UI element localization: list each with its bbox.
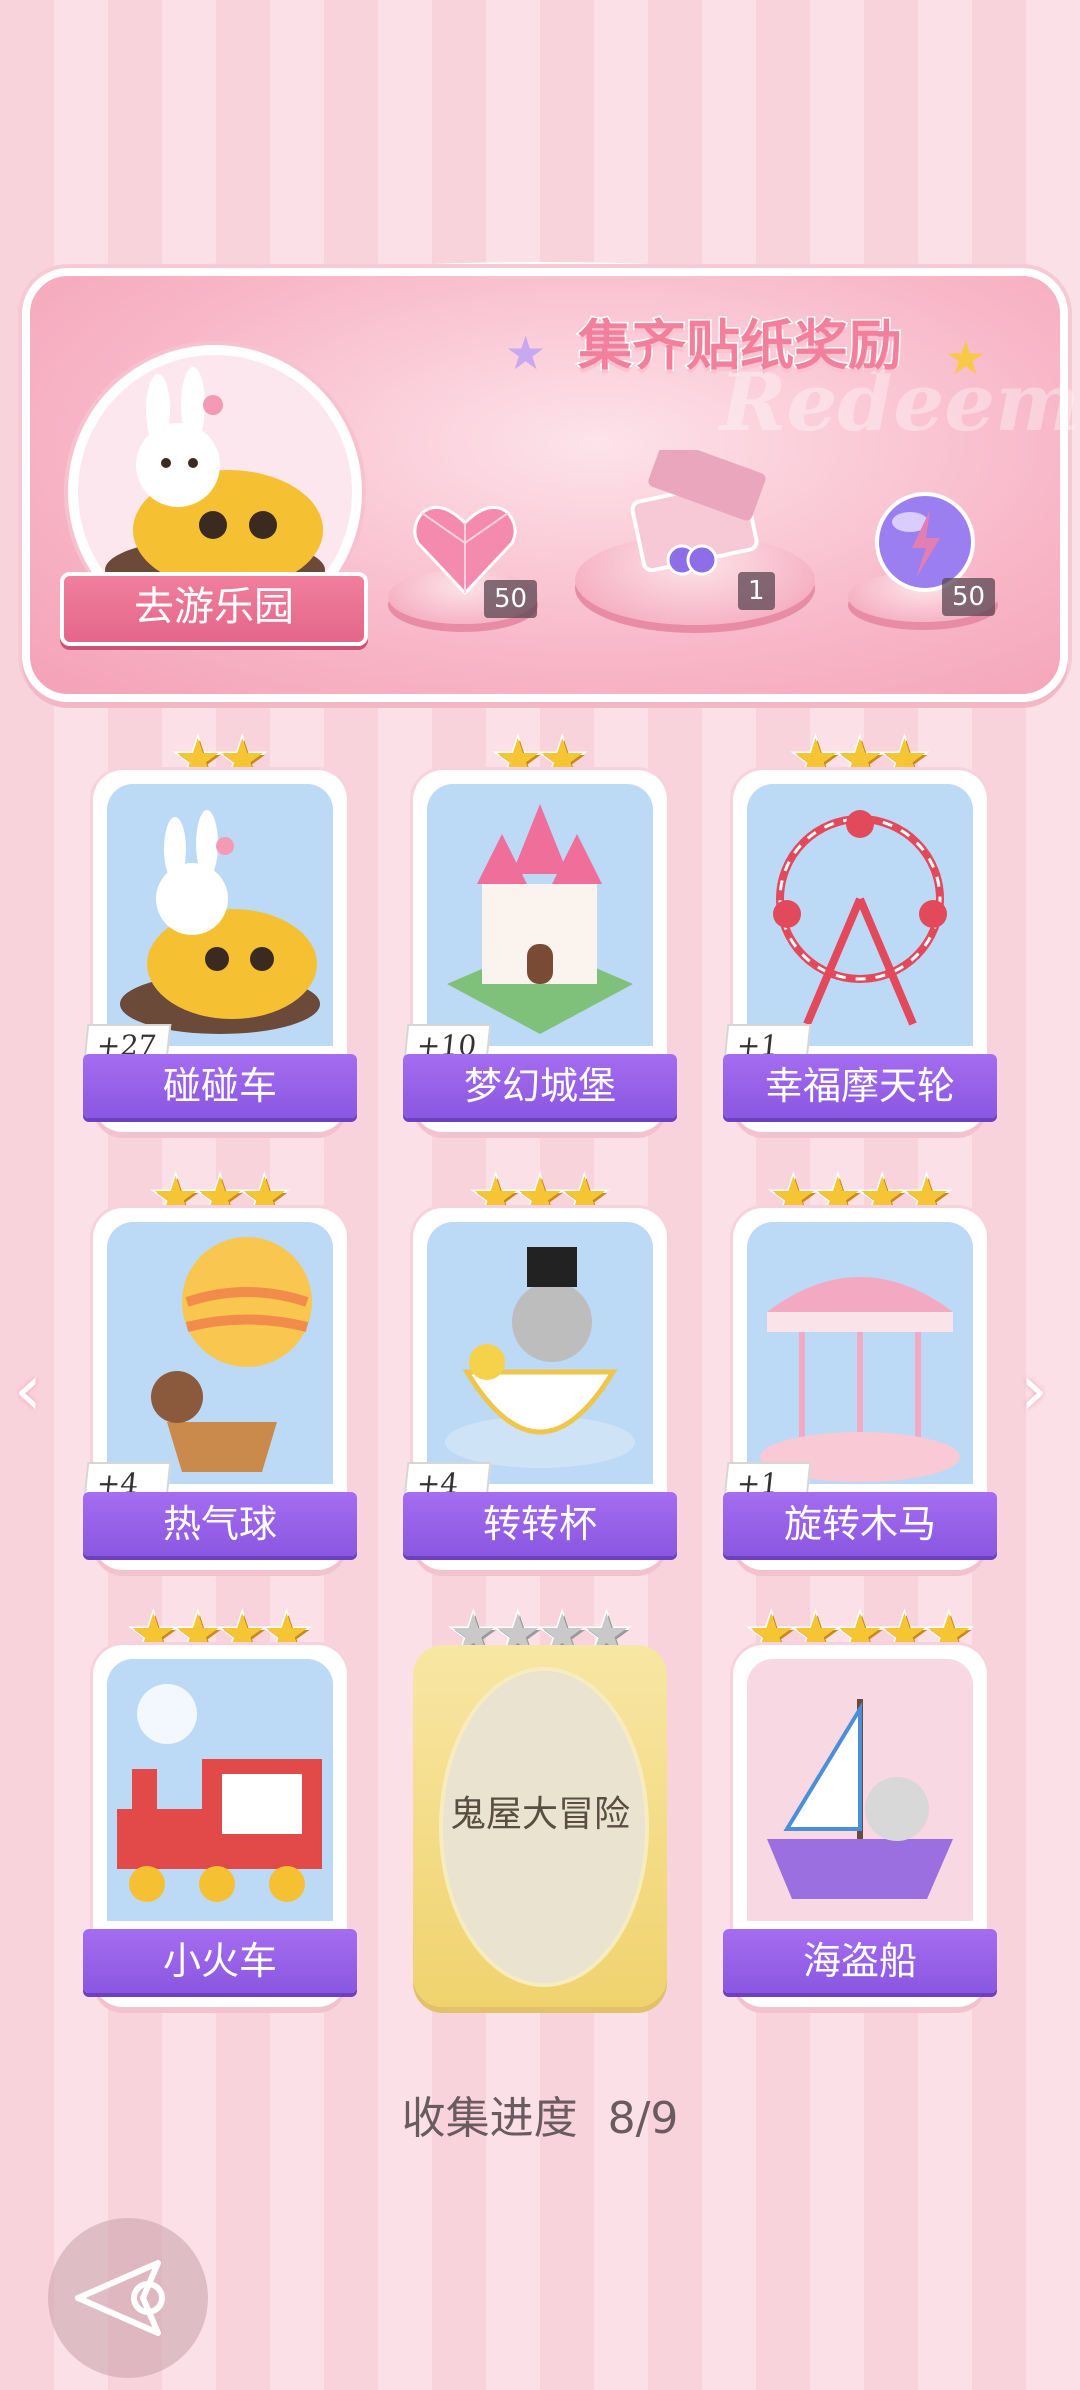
- sticker-card[interactable]: +27 碰碰车: [82, 770, 357, 1132]
- sticker-image: [747, 1222, 973, 1484]
- back-arrow-icon: [75, 2260, 165, 2336]
- card-name: 转转杯: [403, 1492, 677, 1556]
- card-name: 碰碰车: [83, 1054, 357, 1118]
- progress-label: 收集进度: [401, 2093, 578, 2144]
- sticker-image: [107, 1222, 333, 1484]
- card-name: 幸福摩天轮: [723, 1054, 997, 1118]
- star-deco-icon: ★: [945, 331, 987, 385]
- reward-count: 50: [484, 580, 538, 618]
- banner-title: 集齐贴纸奖励: [577, 312, 904, 379]
- card-name: 小火车: [83, 1929, 357, 1993]
- sticker-card[interactable]: +4 转转杯: [402, 1208, 677, 1570]
- reward-count: 1: [738, 572, 775, 610]
- back-button[interactable]: [48, 2218, 208, 2378]
- card-name: 旋转木马: [723, 1492, 997, 1556]
- sticker-image: [427, 784, 653, 1046]
- sticker-image: [107, 784, 333, 1046]
- card-name: 梦幻城堡: [403, 1054, 677, 1118]
- sticker-gift-box-icon: [630, 450, 766, 576]
- reward-count: 50: [942, 578, 996, 616]
- card-name: 海盗船: [723, 1929, 997, 1993]
- sticker-image: [107, 1659, 333, 1921]
- collection-progress: 收集进度 8/9: [0, 2082, 1080, 2146]
- sticker-card[interactable]: 小火车: [83, 1645, 357, 2007]
- sticker-card[interactable]: +10 梦幻城堡: [402, 770, 677, 1132]
- sticker-image: [427, 1222, 653, 1484]
- go-to-park-button[interactable]: 去游乐园: [60, 572, 368, 646]
- sticker-card[interactable]: 鬼屋大冒险: [413, 1645, 667, 2007]
- sticker-image: [747, 784, 973, 1046]
- card-name: 鬼屋大冒险: [449, 1794, 630, 1835]
- sticker-card[interactable]: +1 旋转木马: [722, 1208, 997, 1570]
- prev-page-arrow-icon[interactable]: ‹: [14, 1355, 42, 1425]
- progress-value: 8/9: [607, 2093, 679, 2144]
- sticker-card[interactable]: +1 幸福摩天轮: [722, 770, 997, 1132]
- card-name: 热气球: [83, 1492, 357, 1556]
- next-page-arrow-icon[interactable]: ›: [1020, 1355, 1048, 1425]
- sticker-card[interactable]: 海盗船: [723, 1645, 997, 2007]
- sticker-card[interactable]: +4 热气球: [82, 1208, 357, 1570]
- sticker-image: [747, 1659, 973, 1921]
